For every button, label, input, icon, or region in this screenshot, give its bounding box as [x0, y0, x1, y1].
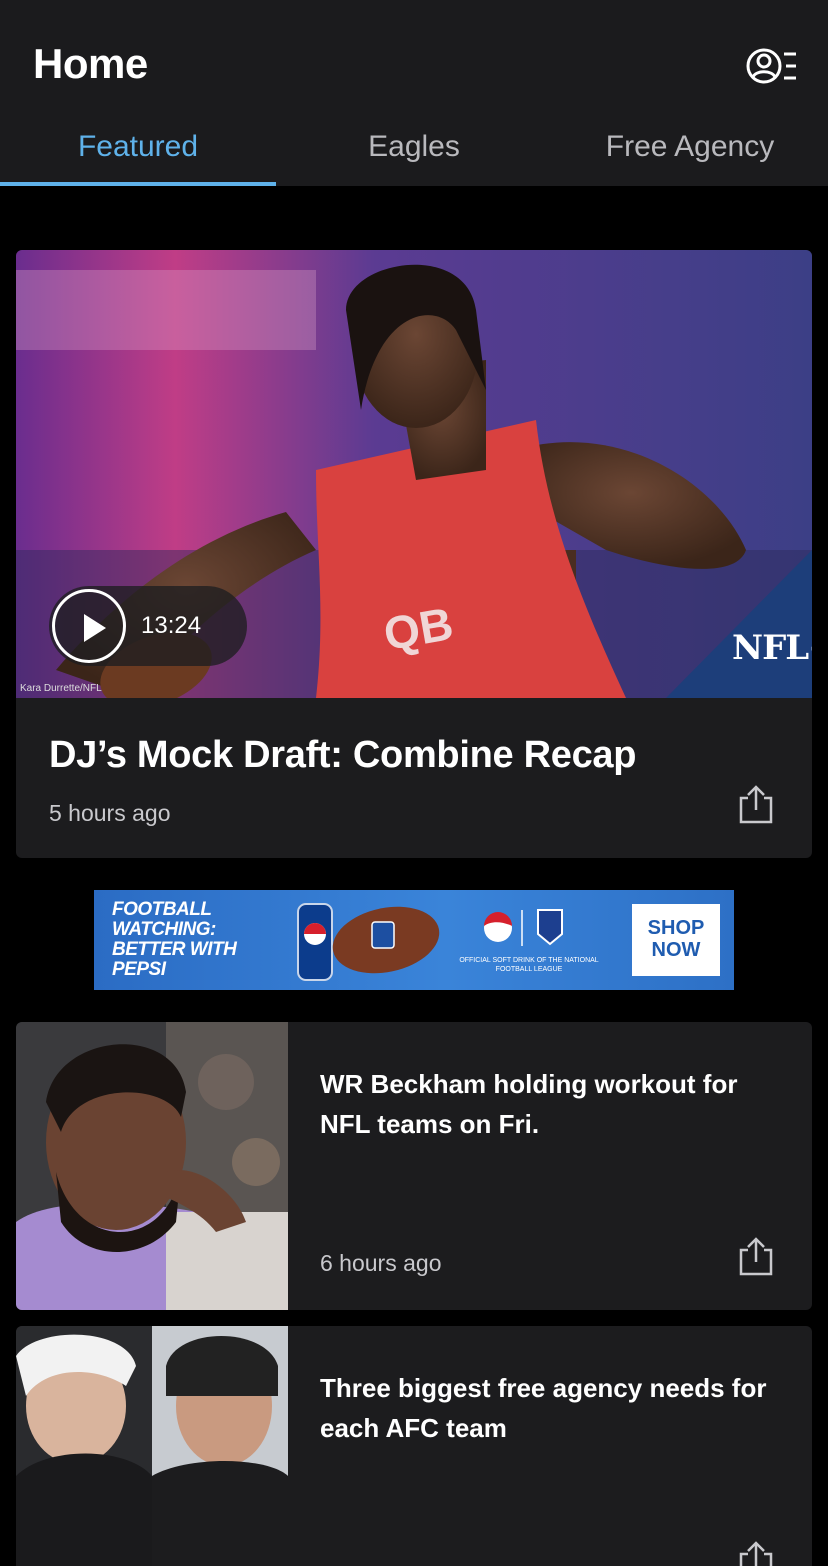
- share-icon[interactable]: [738, 1540, 774, 1566]
- active-tab-indicator: [0, 182, 276, 186]
- play-icon: [52, 589, 126, 663]
- pepsi-ad-banner[interactable]: Football Watching: Better With Pepsi OFF…: [94, 890, 734, 990]
- share-icon[interactable]: [738, 784, 774, 824]
- account-menu-icon[interactable]: [742, 42, 798, 90]
- page-title: Home: [33, 40, 148, 87]
- share-icon[interactable]: [738, 1236, 774, 1276]
- photo-credit: Kara Durrette/NFL: [20, 683, 102, 694]
- football-can-graphic: [297, 903, 440, 981]
- featured-video-card[interactable]: QB 13:24 Kara Durrette/NFL NFL+ DJ’s Moc…: [16, 250, 812, 858]
- pepsi-nfl-logos: [484, 909, 563, 946]
- nfl-plus-badge: NFL+: [732, 628, 812, 668]
- hero-timestamp: 5 hours ago: [49, 800, 171, 826]
- shop-now-button[interactable]: SHOP NOW: [632, 904, 720, 976]
- tab-featured[interactable]: Featured: [0, 110, 276, 186]
- app-header: Home Featured Eagles Free Agency: [0, 0, 828, 186]
- story-card[interactable]: WR Beckham holding workout for NFL teams…: [16, 1022, 812, 1310]
- hero-thumbnail[interactable]: QB 13:24 Kara Durrette/NFL NFL+: [16, 250, 812, 698]
- story-thumbnail[interactable]: [16, 1022, 288, 1310]
- play-video-button[interactable]: 13:24: [49, 586, 247, 666]
- ad-fine-print: OFFICIAL SOFT DRINK OF THE NATIONAL FOOT…: [459, 957, 599, 973]
- tab-free-agency[interactable]: Free Agency: [552, 110, 828, 186]
- tab-bar: Featured Eagles Free Agency: [0, 110, 828, 186]
- story-timestamp: 6 hours ago: [320, 1250, 442, 1276]
- story-title[interactable]: Three biggest free agency needs for each…: [320, 1368, 780, 1448]
- story-title[interactable]: WR Beckham holding workout for NFL teams…: [320, 1064, 780, 1144]
- tab-eagles[interactable]: Eagles: [276, 110, 552, 186]
- story-card[interactable]: Three biggest free agency needs for each…: [16, 1326, 812, 1566]
- ad-headline: Football Watching: Better With Pepsi: [112, 899, 237, 980]
- video-duration: 13:24: [141, 612, 202, 639]
- hero-title[interactable]: DJ’s Mock Draft: Combine Recap: [49, 734, 636, 777]
- story-thumbnail[interactable]: [16, 1326, 288, 1566]
